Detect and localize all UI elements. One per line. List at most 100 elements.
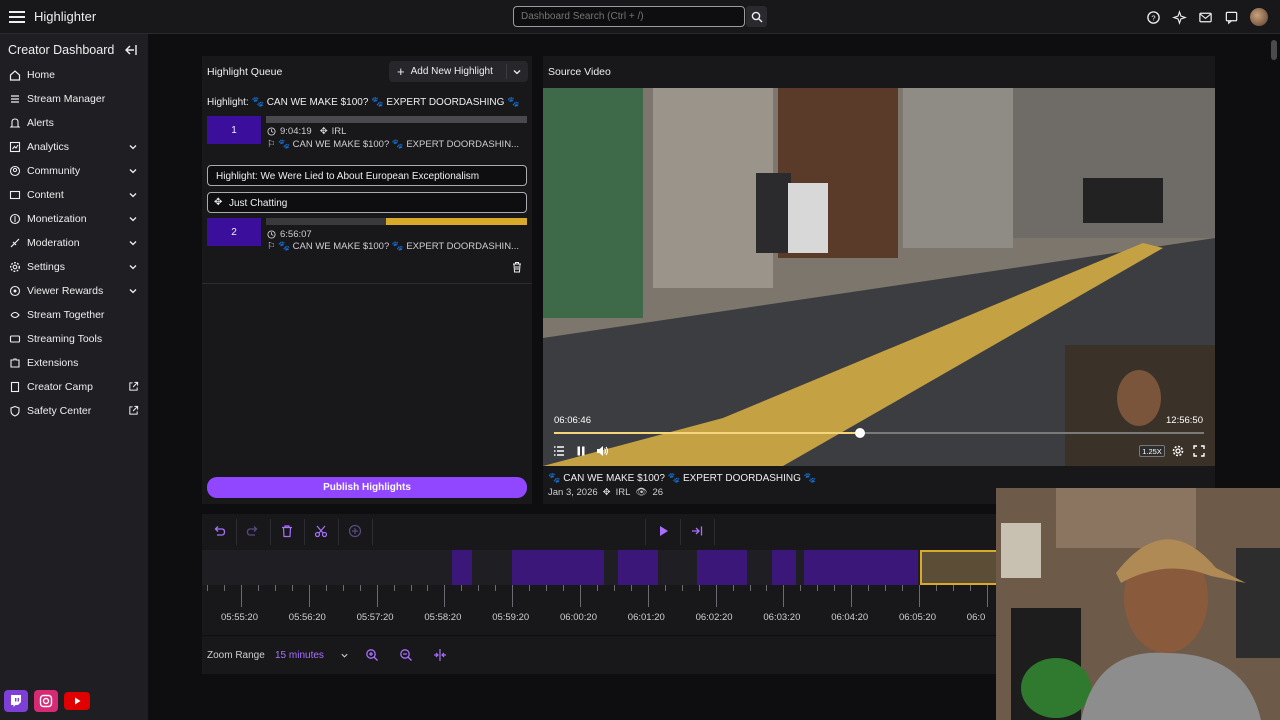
sidebar-item-extensions[interactable]: Extensions [0, 351, 148, 375]
timeline-label: 05:57:20 [356, 612, 394, 623]
timeline-segment[interactable] [772, 550, 796, 585]
add-new-highlight-button[interactable]: + Add New Highlight [389, 61, 528, 82]
source-video-title: Source Video [548, 66, 611, 78]
book-icon [10, 381, 20, 393]
scissors-icon[interactable] [314, 524, 328, 538]
inbox-icon[interactable] [1198, 10, 1213, 25]
video-title: 🐾 CAN WE MAKE $100? 🐾 EXPERT DOORDASHING… [548, 473, 817, 484]
app-title: Highlighter [34, 9, 97, 24]
redo-icon[interactable] [246, 524, 260, 538]
timeline-minor-tick [834, 585, 836, 591]
sparkle-icon[interactable] [1172, 9, 1187, 25]
chevron-down-icon[interactable] [340, 651, 349, 660]
chapters-icon[interactable] [553, 445, 565, 457]
sidebar-item-settings[interactable]: Settings [0, 255, 148, 279]
sidebar-item-creator-camp[interactable]: Creator Camp [0, 375, 148, 399]
timeline-minor-tick [868, 585, 870, 591]
sidebar-item-safety-center[interactable]: Safety Center [0, 399, 148, 423]
zoom-in-icon[interactable] [365, 648, 379, 662]
selected-clip-region[interactable] [920, 550, 996, 585]
timeline-segment[interactable] [618, 550, 658, 585]
clip-2-range-bar[interactable] [266, 218, 527, 225]
clip-2-thumbnail[interactable]: 2 [207, 218, 261, 246]
timeline-minor-tick [207, 585, 209, 591]
scrollbar[interactable] [1271, 40, 1277, 60]
timeline-minor-tick [935, 585, 937, 591]
external-link-icon [129, 381, 139, 391]
sidebar-item-moderation[interactable]: Moderation [0, 231, 148, 255]
seek-handle[interactable] [854, 428, 865, 438]
timeline-tick [308, 585, 310, 607]
chevron-down-icon[interactable] [128, 214, 138, 224]
settings-gear-icon[interactable] [1172, 445, 1184, 457]
timeline-minor-tick [749, 585, 751, 591]
volume-icon[interactable] [596, 445, 609, 457]
sidebar-item-monetization[interactable]: Monetization [0, 207, 148, 231]
timeline-segment[interactable] [512, 550, 604, 585]
chevron-down-icon[interactable] [128, 238, 138, 248]
undo-icon[interactable] [212, 524, 226, 538]
sidebar-item-alerts[interactable]: Alerts [0, 111, 148, 135]
timeline-tick [376, 585, 378, 607]
publish-highlights-button[interactable]: Publish Highlights [207, 477, 527, 498]
fullscreen-icon[interactable] [1193, 445, 1205, 457]
pause-icon[interactable] [575, 445, 587, 457]
chevron-down-icon[interactable] [512, 67, 522, 77]
video-player[interactable] [543, 88, 1215, 466]
sidebar-item-content[interactable]: Content [0, 183, 148, 207]
skip-to-end-icon[interactable] [690, 524, 704, 538]
sidebar-item-viewer-rewards[interactable]: Viewer Rewards [0, 279, 148, 303]
chat-icon[interactable] [1224, 10, 1239, 25]
sidebar-item-home[interactable]: Home [0, 63, 148, 87]
trash-icon[interactable] [511, 261, 523, 273]
timeline-segment[interactable] [697, 550, 747, 585]
chevron-down-icon[interactable] [128, 142, 138, 152]
add-clip-icon[interactable] [348, 524, 362, 538]
sidebar-item-streaming-tools[interactable]: Streaming Tools [0, 327, 148, 351]
menu-icon[interactable] [9, 9, 25, 25]
timeline-minor-tick [325, 585, 327, 591]
category-icon: ✥ [214, 197, 223, 208]
timeline-label: 06:01:20 [627, 612, 665, 623]
sidebar-item-analytics[interactable]: Analytics [0, 135, 148, 159]
timeline-minor-tick [529, 585, 531, 591]
sidebar-item-label: Safety Center [27, 405, 92, 417]
collapse-sidebar-icon[interactable] [124, 43, 138, 57]
chevron-down-icon[interactable] [128, 286, 138, 296]
clip-2-number: 2 [231, 226, 237, 238]
clip-1-time: 9:04:19 [280, 126, 312, 137]
search-input[interactable] [513, 6, 745, 27]
search-button[interactable] [746, 6, 767, 27]
zoom-range-select[interactable]: 15 minutes [275, 650, 324, 661]
sidebar-item-community[interactable]: Community [0, 159, 148, 183]
gear-icon [9, 261, 21, 273]
clip-1-thumbnail[interactable]: 1 [207, 116, 261, 144]
video-seek-bar[interactable] [554, 428, 1204, 438]
chevron-down-icon[interactable] [128, 190, 138, 200]
help-icon[interactable]: ? [1146, 10, 1161, 25]
chevron-down-icon[interactable] [128, 166, 138, 176]
fit-to-view-icon[interactable] [433, 648, 447, 662]
content-icon [9, 190, 21, 200]
timeline-minor-tick [630, 585, 632, 591]
youtube-icon [64, 692, 90, 710]
zoom-out-icon[interactable] [399, 648, 413, 662]
clip-1-range-bar[interactable] [266, 116, 527, 123]
clip-2-meta: 6:56:07 [267, 229, 312, 240]
playback-speed-button[interactable]: 1.25X [1139, 445, 1165, 457]
highlight-2-title-input[interactable]: Highlight: We Were Lied to About Europea… [207, 165, 527, 186]
user-avatar[interactable] [1250, 8, 1268, 26]
chevron-down-icon[interactable] [128, 262, 138, 272]
sidebar-item-stream-together[interactable]: Stream Together [0, 303, 148, 327]
sword-icon [10, 238, 20, 248]
highlight-2-category-input[interactable]: ✥ Just Chatting [207, 192, 527, 213]
timeline-tick [647, 585, 649, 607]
timeline-label: 05:58:20 [424, 612, 462, 623]
sidebar-item-stream-manager[interactable]: Stream Manager [0, 87, 148, 111]
video-views: 26 [652, 487, 664, 498]
timeline-segment[interactable] [804, 550, 918, 585]
clip-1-meta: 9:04:19 ✥ IRL [267, 126, 346, 137]
play-icon[interactable] [656, 524, 670, 538]
timeline-segment[interactable] [452, 550, 472, 585]
delete-icon[interactable] [280, 524, 294, 538]
